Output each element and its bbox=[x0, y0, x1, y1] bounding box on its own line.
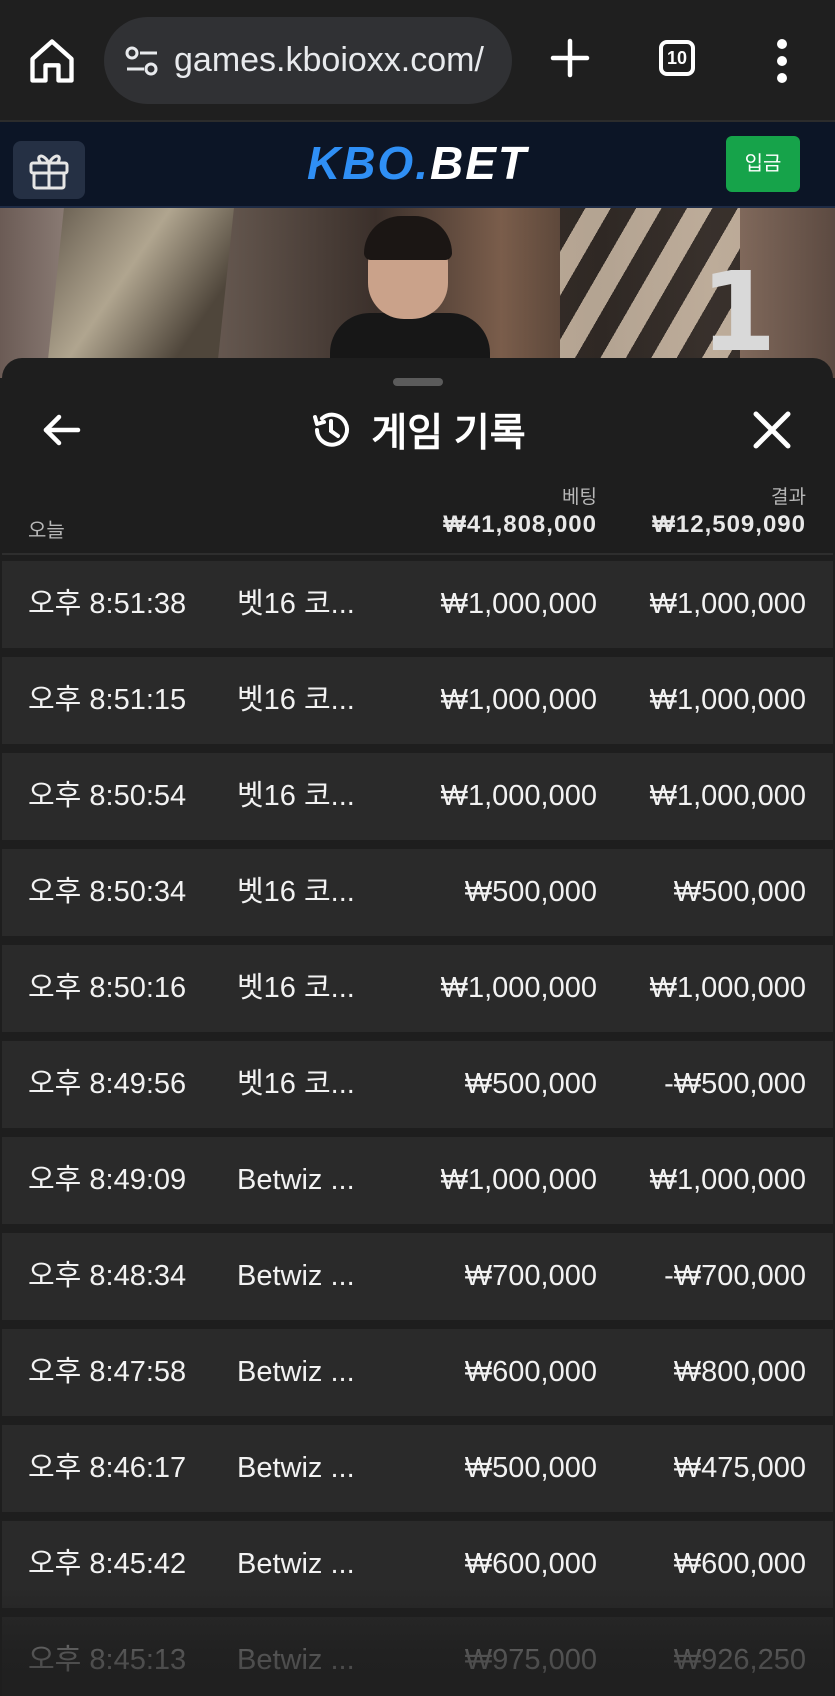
video-number: 1 bbox=[700, 248, 777, 376]
row-game: Betwiz ... bbox=[237, 1452, 355, 1484]
site-logo[interactable]: KBO.BET bbox=[0, 136, 835, 190]
row-bet: ₩500,000 bbox=[464, 1068, 597, 1100]
history-row[interactable]: 오후 8:48:34 Betwiz ... ₩700,000 -₩700,000 bbox=[2, 1233, 833, 1320]
browser-toolbar: games.kboioxx.com/ 10 bbox=[0, 0, 835, 122]
row-result: -₩700,000 bbox=[664, 1260, 806, 1292]
history-row[interactable]: 오후 8:50:34 벳16 코... ₩500,000 ₩500,000 bbox=[2, 849, 833, 936]
history-row[interactable]: 오후 8:51:15 벳16 코... ₩1,000,000 ₩1,000,000 bbox=[2, 657, 833, 744]
row-game: 벳16 코... bbox=[237, 684, 355, 716]
url-text: games.kboioxx.com/ bbox=[174, 41, 484, 79]
row-result: ₩926,250 bbox=[673, 1644, 806, 1676]
history-row[interactable]: 오후 8:47:58 Betwiz ... ₩600,000 ₩800,000 bbox=[2, 1329, 833, 1416]
row-game: 벳16 코... bbox=[237, 876, 355, 908]
row-time: 오후 8:46:17 bbox=[28, 1452, 187, 1484]
row-bet: ₩700,000 bbox=[464, 1260, 597, 1292]
row-time: 오후 8:48:34 bbox=[28, 1260, 187, 1292]
row-game: 벳16 코... bbox=[237, 972, 355, 1004]
row-game: Betwiz ... bbox=[237, 1548, 355, 1580]
row-bet: ₩1,000,000 bbox=[440, 684, 597, 716]
row-time: 오후 8:45:13 bbox=[28, 1644, 187, 1676]
row-time: 오후 8:51:38 bbox=[28, 588, 187, 620]
result-label: 결과 bbox=[771, 487, 806, 508]
bet-summary: 베팅 ₩41,808,000 bbox=[443, 482, 597, 539]
row-result: -₩500,000 bbox=[664, 1068, 806, 1100]
summary-divider bbox=[2, 553, 833, 555]
history-row[interactable]: 오후 8:51:38 벳16 코... ₩1,000,000 ₩1,000,000 bbox=[2, 561, 833, 648]
dealer-hair bbox=[364, 216, 452, 260]
row-game: 벳16 코... bbox=[237, 1068, 355, 1100]
row-game: Betwiz ... bbox=[237, 1356, 355, 1388]
site-header: KBO.BET 입금 bbox=[0, 122, 835, 208]
row-result: ₩475,000 bbox=[673, 1452, 806, 1484]
row-result: ₩1,000,000 bbox=[649, 588, 806, 620]
close-icon[interactable] bbox=[752, 410, 792, 450]
sheet-grabber[interactable] bbox=[393, 378, 443, 386]
today-label: 오늘 bbox=[28, 520, 65, 542]
logo-main: KBO bbox=[306, 137, 416, 189]
row-game: Betwiz ... bbox=[237, 1164, 355, 1196]
row-bet: ₩600,000 bbox=[464, 1548, 597, 1580]
bet-total: ₩41,808,000 bbox=[443, 511, 597, 538]
row-time: 오후 8:49:56 bbox=[28, 1068, 187, 1100]
deposit-button[interactable]: 입금 bbox=[726, 136, 800, 192]
row-time: 오후 8:47:58 bbox=[28, 1356, 187, 1388]
row-time: 오후 8:50:16 bbox=[28, 972, 187, 1004]
row-result: ₩600,000 bbox=[673, 1548, 806, 1580]
row-result: ₩800,000 bbox=[673, 1356, 806, 1388]
history-row[interactable]: 오후 8:46:17 Betwiz ... ₩500,000 ₩475,000 bbox=[2, 1425, 833, 1512]
history-row[interactable]: 오후 8:49:09 Betwiz ... ₩1,000,000 ₩1,000,000 bbox=[2, 1137, 833, 1224]
row-time: 오후 8:49:09 bbox=[28, 1164, 187, 1196]
history-row[interactable]: 오후 8:49:56 벳16 코... ₩500,000 -₩500,000 bbox=[2, 1041, 833, 1128]
result-total: ₩12,509,090 bbox=[652, 511, 806, 538]
row-bet: ₩1,000,000 bbox=[440, 972, 597, 1004]
row-result: ₩500,000 bbox=[673, 876, 806, 908]
bet-label: 베팅 bbox=[562, 487, 597, 508]
video-backdrop-panel bbox=[46, 208, 234, 378]
logo-dot: . bbox=[415, 137, 430, 189]
row-bet: ₩1,000,000 bbox=[440, 1164, 597, 1196]
row-game: Betwiz ... bbox=[237, 1260, 355, 1292]
history-row[interactable]: 오후 8:50:54 벳16 코... ₩1,000,000 ₩1,000,000 bbox=[2, 753, 833, 840]
sheet-title: 게임 기록 bbox=[371, 412, 526, 455]
row-bet: ₩975,000 bbox=[464, 1644, 597, 1676]
history-row[interactable]: 오후 8:45:13 Betwiz ... ₩975,000 ₩926,250 bbox=[2, 1617, 833, 1696]
history-list: 오후 8:51:38 벳16 코... ₩1,000,000 ₩1,000,000 오후… bbox=[2, 561, 833, 1696]
row-time: 오후 8:50:54 bbox=[28, 780, 187, 812]
row-result: ₩1,000,000 bbox=[649, 1164, 806, 1196]
tab-switcher-icon[interactable]: 10 bbox=[659, 40, 695, 76]
game-history-sheet: 게임 기록 오늘 베팅 ₩41,808,000 결과 ₩12,509,090 오… bbox=[2, 358, 833, 1696]
logo-sub: BET bbox=[430, 137, 528, 189]
history-row[interactable]: 오후 8:50:16 벳16 코... ₩1,000,000 ₩1,000,000 bbox=[2, 945, 833, 1032]
history-row[interactable]: 오후 8:45:42 Betwiz ... ₩600,000 ₩600,000 bbox=[2, 1521, 833, 1608]
row-game: 벳16 코... bbox=[237, 780, 355, 812]
row-bet: ₩500,000 bbox=[464, 876, 597, 908]
row-bet: ₩500,000 bbox=[464, 1452, 597, 1484]
row-time: 오후 8:51:15 bbox=[28, 684, 187, 716]
row-bet: ₩600,000 bbox=[464, 1356, 597, 1388]
row-bet: ₩1,000,000 bbox=[440, 780, 597, 812]
result-summary: 결과 ₩12,509,090 bbox=[652, 482, 806, 539]
address-bar[interactable]: games.kboioxx.com/ bbox=[104, 17, 512, 104]
home-icon[interactable] bbox=[26, 35, 78, 87]
row-result: ₩1,000,000 bbox=[649, 780, 806, 812]
history-icon bbox=[313, 412, 350, 447]
more-vert-icon[interactable] bbox=[772, 38, 792, 84]
plus-icon[interactable] bbox=[548, 36, 592, 80]
live-video: 1 bbox=[0, 208, 835, 378]
row-result: ₩1,000,000 bbox=[649, 972, 806, 1004]
row-time: 오후 8:45:42 bbox=[28, 1548, 187, 1580]
row-game: Betwiz ... bbox=[237, 1644, 355, 1676]
row-bet: ₩1,000,000 bbox=[440, 588, 597, 620]
row-result: ₩1,000,000 bbox=[649, 684, 806, 716]
row-time: 오후 8:50:34 bbox=[28, 876, 187, 908]
row-game: 벳16 코... bbox=[237, 588, 355, 620]
site-settings-icon[interactable] bbox=[124, 44, 160, 78]
